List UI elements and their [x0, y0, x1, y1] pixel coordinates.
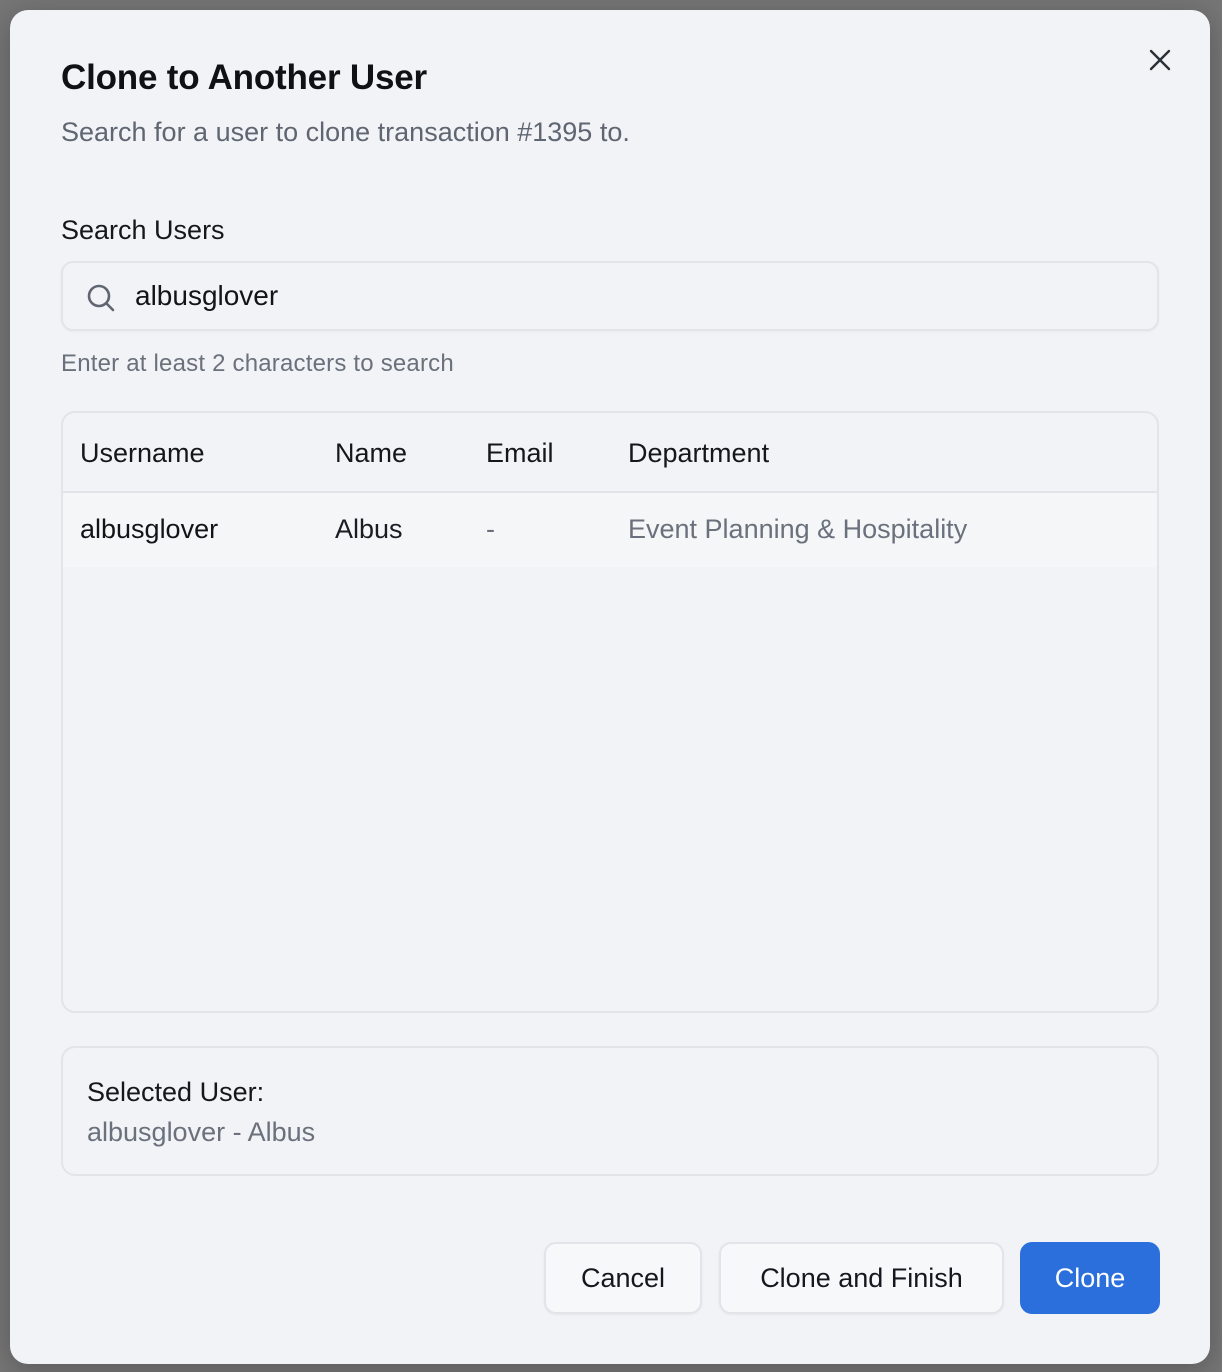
column-header-username: Username — [80, 438, 205, 468]
column-header-email: Email — [486, 438, 554, 468]
column-header-department: Department — [628, 438, 770, 468]
cancel-button[interactable]: Cancel — [544, 1242, 702, 1314]
table-header: Username Name Email Department — [63, 413, 1157, 493]
search-box[interactable] — [61, 261, 1159, 331]
table-row[interactable]: albusglover Albus - Event Planning & Hos… — [63, 493, 1157, 567]
search-input[interactable] — [135, 263, 1135, 329]
clone-and-finish-button[interactable]: Clone and Finish — [719, 1242, 1004, 1314]
selected-user-panel: Selected User: albusglover - Albus — [61, 1046, 1159, 1176]
cell-username: albusglover — [80, 514, 219, 544]
dialog-subtitle: Search for a user to clone transaction #… — [61, 117, 630, 147]
cell-email: - — [486, 514, 495, 544]
close-button[interactable] — [1144, 44, 1176, 76]
clone-button[interactable]: Clone — [1020, 1242, 1160, 1314]
cell-name: Albus — [335, 514, 403, 544]
column-header-name: Name — [335, 438, 408, 468]
search-hint: Enter at least 2 characters to search — [61, 350, 454, 377]
close-icon — [1149, 49, 1171, 71]
selected-user-label: Selected User: — [87, 1077, 265, 1107]
dialog-title: Clone to Another User — [61, 58, 427, 97]
selected-user-value: albusglover - Albus — [87, 1117, 316, 1147]
users-table: Username Name Email Department albusglov… — [61, 411, 1159, 1013]
search-icon — [87, 284, 115, 312]
clone-user-dialog: Clone to Another User Search for a user … — [10, 10, 1210, 1364]
search-label: Search Users — [61, 215, 225, 245]
cell-department: Event Planning & Hospitality — [628, 514, 968, 544]
